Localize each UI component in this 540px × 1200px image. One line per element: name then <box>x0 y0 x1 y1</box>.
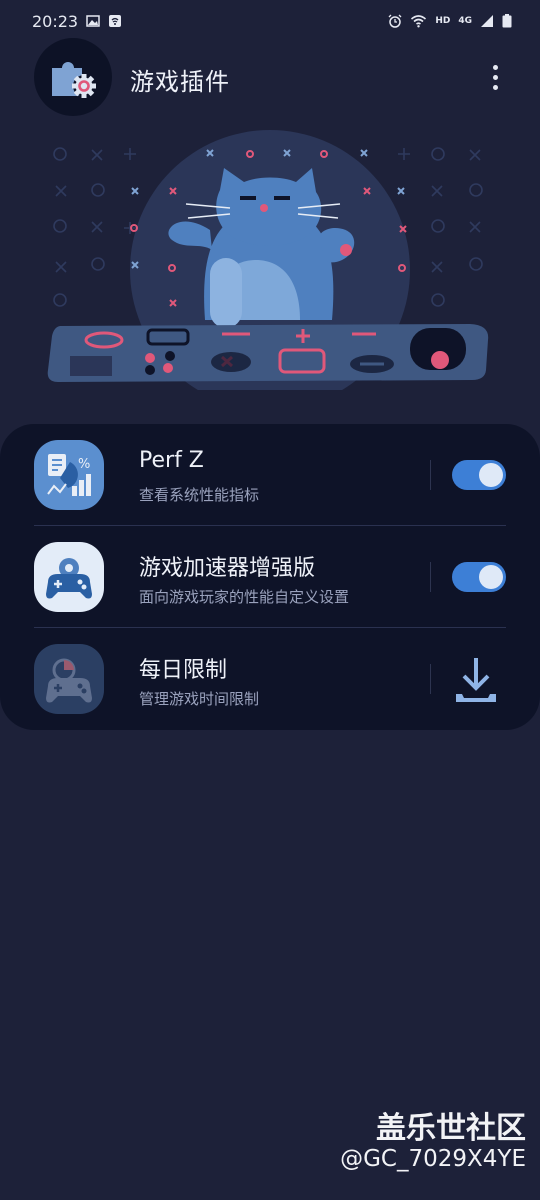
alarm-icon <box>388 14 402 28</box>
network-type: HD <box>435 16 451 26</box>
battery-icon <box>502 14 512 28</box>
status-left: 20:23 <box>32 12 122 31</box>
signal-icon <box>481 15 493 27</box>
divider <box>430 460 431 490</box>
perf-z-icon: % <box>34 440 104 510</box>
toggle-knob <box>479 463 503 487</box>
watermark-brand: 盖乐世社区 <box>376 1111 526 1146</box>
puzzle-gear-icon <box>52 62 96 98</box>
item-subtitle: 查看系统性能指标 <box>139 486 260 504</box>
header: 游戏插件 <box>0 38 540 116</box>
toggle-knob <box>479 565 503 589</box>
more-dot-icon <box>492 74 498 80</box>
more-dot-icon <box>492 84 498 90</box>
download-icon[interactable] <box>450 654 502 706</box>
daily-limit-icon <box>34 644 104 714</box>
gallery-icon <box>86 15 100 27</box>
signal-type: 4G <box>458 16 472 26</box>
game-booster-toggle[interactable] <box>452 562 506 592</box>
divider <box>430 562 431 592</box>
more-dot-icon <box>492 64 498 70</box>
cat-illustration <box>47 130 489 390</box>
watermark-user: @GC_7029X4YE <box>340 1146 526 1172</box>
plugin-list-card: % Perf Z 查看系统性能指标 游戏加速器增强版 面向游戏玩家的性能自定义设… <box>0 424 540 730</box>
item-title: 每日限制 <box>139 658 228 683</box>
chart-icon: % <box>47 454 91 496</box>
game-booster-icon <box>34 542 104 612</box>
svg-text:%: % <box>78 457 90 472</box>
item-title: 游戏加速器增强版 <box>139 556 316 581</box>
item-subtitle: 管理游戏时间限制 <box>139 690 260 708</box>
divider <box>430 664 431 694</box>
perf-z-toggle[interactable] <box>452 460 506 490</box>
list-item-perf-z[interactable]: % Perf Z 查看系统性能指标 <box>0 424 540 525</box>
status-right: HD 4G <box>388 14 512 28</box>
wifi-icon <box>411 15 427 28</box>
app-icon <box>34 38 112 116</box>
clock: 20:23 <box>32 11 79 31</box>
page-title: 游戏插件 <box>130 68 230 96</box>
item-subtitle: 面向游戏玩家的性能自定义设置 <box>139 588 350 606</box>
gamepad-timer-icon <box>46 658 92 703</box>
status-bar: 20:23 HD 4G <box>0 0 540 42</box>
list-item-daily-limit[interactable]: 每日限制 管理游戏时间限制 <box>0 628 540 729</box>
item-title: Perf Z <box>139 448 204 473</box>
more-options-button[interactable] <box>480 58 510 96</box>
wifi-notification-icon <box>109 15 122 27</box>
gamepad-gear-icon <box>46 558 92 599</box>
list-item-game-booster-plus[interactable]: 游戏加速器增强版 面向游戏玩家的性能自定义设置 <box>0 526 540 627</box>
